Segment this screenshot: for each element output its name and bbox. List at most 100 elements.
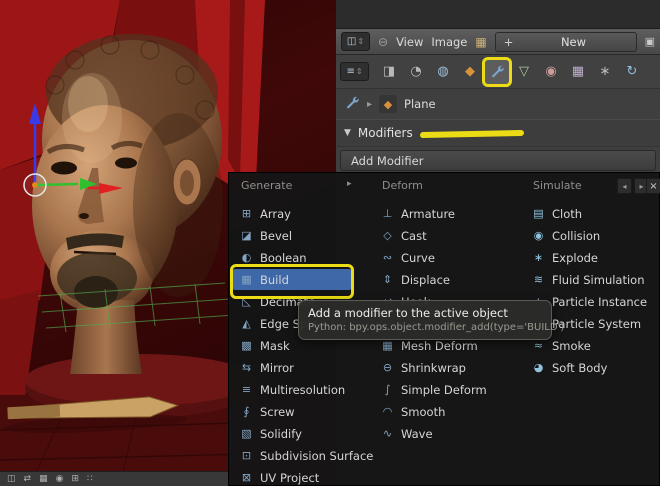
- sculpted-head: [32, 34, 223, 374]
- menu-item-solidify[interactable]: ▧ Solidify: [233, 423, 351, 444]
- tab-modifiers[interactable]: [485, 59, 509, 84]
- menu-item-subdivision-surface[interactable]: ⊡ Subdivision Surface: [233, 445, 373, 466]
- edge-split-icon: ◭: [242, 317, 251, 330]
- close-button[interactable]: ×: [646, 178, 660, 194]
- mask-icon: ▩: [241, 339, 252, 352]
- menu-item-label: Multiresolution: [260, 382, 346, 397]
- mirror-icon: ⇆: [241, 361, 252, 374]
- add-modifier-row: Add Modifier: [336, 147, 660, 175]
- menu-item-cloth[interactable]: ▤ Cloth: [525, 203, 657, 224]
- collision-icon: ◉: [533, 229, 544, 242]
- tooltip-python: Python: bpy.ops.object.modifier_add(type…: [308, 322, 565, 333]
- menu-item-armature[interactable]: ⊥ Armature: [374, 203, 520, 224]
- image-menu[interactable]: Image: [431, 35, 467, 49]
- menu-item-multiresolution[interactable]: ≡ Multiresolution: [233, 379, 351, 400]
- menu-item-wave[interactable]: ∿ Wave: [374, 423, 520, 444]
- viewport-footer-icon-2[interactable]: ▦: [39, 472, 48, 486]
- image-icon[interactable]: ▣: [645, 35, 655, 48]
- menu-item-label: Array: [260, 206, 291, 221]
- menu-item-label: Curve: [401, 250, 435, 265]
- viewport-header-strip: ◫ ⇄ ▦ ◉ ⊞ ∷: [0, 471, 228, 486]
- editor-type-button[interactable]: ◫ ⇕: [341, 32, 370, 51]
- view-menu[interactable]: View: [396, 35, 423, 49]
- image-datablock-icon[interactable]: ▦: [475, 35, 486, 49]
- menu-item-array[interactable]: ⊞ Array: [233, 203, 351, 224]
- shrinkwrap-icon: ⊖: [382, 361, 393, 374]
- tab-particles[interactable]: ∗: [593, 60, 617, 84]
- image-editor-header: ◫ ⇕ ⊖ View Image ▦ + New ▣: [336, 29, 660, 55]
- menu-item-shrinkwrap[interactable]: ⊖ Shrinkwrap: [374, 357, 520, 378]
- menu-item-simple-deform[interactable]: ∫ Simple Deform: [374, 379, 520, 400]
- viewport-footer-icon-0[interactable]: ◫: [7, 472, 16, 486]
- smooth-icon: ◠: [382, 405, 393, 418]
- menu-item-label: Explode: [552, 250, 598, 265]
- tab-texture[interactable]: ▦: [566, 60, 590, 84]
- new-button-label: New: [560, 34, 587, 49]
- menu-item-label: Solidify: [260, 426, 302, 441]
- menu-item-label: Mesh Deform: [401, 338, 478, 353]
- array-icon: ⊞: [241, 207, 252, 220]
- menu-item-curve[interactable]: ∾ Curve: [374, 247, 520, 268]
- menu-item-label: Cast: [401, 228, 427, 243]
- nav-prev-button[interactable]: ◂: [617, 178, 632, 194]
- viewport-footer-icon-1[interactable]: ⇄: [24, 472, 32, 486]
- viewport-footer-icon-3[interactable]: ◉: [56, 472, 64, 486]
- viewport-footer-icon-5[interactable]: ∷: [87, 472, 93, 486]
- image-editor-canvas[interactable]: [336, 0, 660, 29]
- viewport-footer-icon-4[interactable]: ⊞: [71, 472, 79, 486]
- menu-item-bevel[interactable]: ◪ Bevel: [233, 225, 351, 246]
- chevron-right-icon: ▸: [367, 98, 373, 110]
- menu-item-fluid-simulation[interactable]: ≋ Fluid Simulation: [525, 269, 657, 290]
- menu-item-label: Particle Instance: [552, 294, 648, 309]
- cloth-icon: ▤: [533, 207, 544, 220]
- menu-item-smooth[interactable]: ◠ Smooth: [374, 401, 520, 422]
- blender-window: ◫ ⇄ ▦ ◉ ⊞ ∷ ◫ ⇕ ⊖ View Image ▦ + New ▣ ≡ ⇕ ◨ ◔…: [0, 0, 660, 486]
- menu-item-label: Particle System: [552, 316, 642, 331]
- properties-editor-icon: ≡: [346, 66, 355, 77]
- menu-item-label: Smooth: [401, 404, 446, 419]
- solidify-icon: ▧: [241, 427, 252, 440]
- pin-icon[interactable]: ⊖: [378, 35, 388, 49]
- tab-render[interactable]: ◨: [377, 60, 401, 84]
- tooltip-text: Add a modifier to the active object: [308, 306, 508, 320]
- menu-item-mirror[interactable]: ⇆ Mirror: [233, 357, 351, 378]
- tab-world[interactable]: ◍: [431, 60, 455, 84]
- collapse-triangle-icon: ▼: [344, 128, 351, 138]
- menu-column-title: Deform: [382, 179, 423, 192]
- plus-icon: +: [503, 34, 514, 49]
- tab-physics[interactable]: ↻: [620, 60, 644, 84]
- menu-item-label: Soft Body: [552, 360, 608, 375]
- wrench-small-icon: [345, 95, 360, 114]
- menu-item-uv-project[interactable]: ⊠ UV Project: [233, 467, 351, 486]
- menu-item-screw[interactable]: ∮ Screw: [233, 401, 351, 422]
- wrench-icon: [346, 96, 359, 109]
- properties-tab-bar: ≡ ⇕ ◨ ◔ ◍ ◆ ▽ ◉ ▦ ∗ ↻: [336, 55, 660, 89]
- add-modifier-button[interactable]: Add Modifier: [340, 150, 656, 171]
- subdivision-surface-icon: ⊡: [241, 449, 252, 462]
- cast-icon: ◇: [383, 229, 392, 242]
- menu-item-collision[interactable]: ◉ Collision: [525, 225, 657, 246]
- tab-material[interactable]: ◉: [539, 60, 563, 84]
- modifiers-panel-header[interactable]: ▼ Modifiers: [336, 119, 660, 147]
- tab-object-data[interactable]: ▽: [512, 60, 536, 84]
- menu-item-boolean[interactable]: ◐ Boolean: [233, 247, 351, 268]
- menu-item-label: Wave: [401, 426, 433, 441]
- menu-item-label: Armature: [401, 206, 455, 221]
- collapsed-panel-triangle[interactable]: ▸: [347, 179, 352, 189]
- menu-item-build[interactable]: ▦ Build: [233, 269, 351, 290]
- tab-object[interactable]: ◆: [458, 60, 482, 84]
- menu-item-displace[interactable]: ⇕ Displace: [374, 269, 520, 290]
- panel-close: ×: [646, 178, 660, 194]
- breadcrumb: ▸ ◆ Plane: [336, 89, 660, 119]
- properties-editor-button[interactable]: ≡ ⇕: [340, 62, 369, 81]
- menu-item-cast[interactable]: ◇ Cast: [374, 225, 520, 246]
- menu-item-soft-body[interactable]: ◕ Soft Body: [525, 357, 657, 378]
- panel-nav: ◂ ▸: [617, 178, 649, 194]
- tab-scene[interactable]: ◔: [404, 60, 428, 84]
- curve-icon: ∾: [382, 251, 393, 264]
- menu-item-explode[interactable]: ∗ Explode: [525, 247, 657, 268]
- menu-item-label: Build: [260, 272, 289, 287]
- menu-column-title: Simulate: [533, 179, 582, 192]
- new-image-button[interactable]: + New: [494, 31, 637, 52]
- menu-item-label: Shrinkwrap: [401, 360, 466, 375]
